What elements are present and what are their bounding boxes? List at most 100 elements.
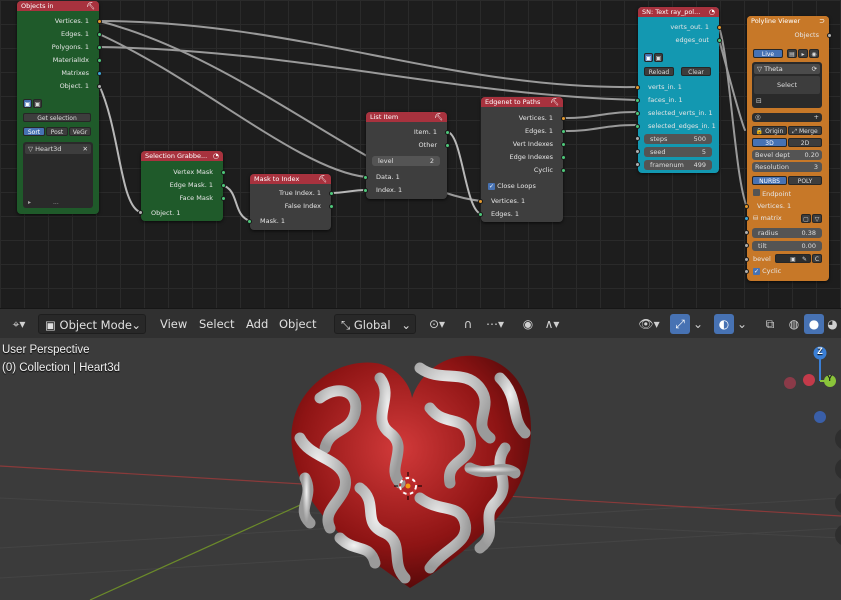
socket-verts-out[interactable] bbox=[717, 25, 722, 30]
socket-seed-in[interactable] bbox=[635, 149, 640, 154]
node-sn-text[interactable]: SN: Text ray_pol... ◔ verts_out. 1 edges… bbox=[635, 7, 722, 173]
wireframe-shading-icon[interactable]: ◍ bbox=[784, 314, 804, 334]
menu-object[interactable]: Object bbox=[273, 314, 322, 334]
node-edgenet-to-paths[interactable]: Edgenet to Paths ⛏ Vertices. 1 Edges. 1 … bbox=[478, 97, 566, 222]
socket-vertices-in[interactable] bbox=[478, 199, 483, 204]
bevel-c-button[interactable]: C bbox=[812, 254, 822, 263]
socket-polygons-out[interactable] bbox=[97, 45, 102, 50]
socket-face-mask[interactable] bbox=[221, 196, 226, 201]
socket-vertices-in[interactable] bbox=[744, 204, 749, 209]
proportional-icon[interactable]: ◉ bbox=[518, 314, 538, 334]
mode-3d-button[interactable]: 3D bbox=[752, 138, 787, 147]
node-header[interactable]: Objects in ⛏ bbox=[17, 1, 99, 11]
mode-dropdown[interactable]: ▣ Object Mode ⌄ bbox=[38, 314, 146, 334]
text-icon[interactable]: ⊟ bbox=[756, 97, 762, 105]
socket-faces-in[interactable] bbox=[635, 98, 640, 103]
socket-bevel-in[interactable] bbox=[744, 257, 749, 262]
clear-button[interactable]: Clear bbox=[681, 67, 711, 76]
socket-object-in[interactable] bbox=[138, 210, 143, 215]
name-field[interactable]: ▽ Theta ⟳ bbox=[754, 64, 820, 74]
socket-edges-in[interactable] bbox=[478, 212, 483, 217]
socket-edges-out[interactable] bbox=[561, 129, 566, 134]
material-shading-icon[interactable]: ◕ bbox=[824, 314, 841, 334]
visibility-icon[interactable]: 👁▾ bbox=[634, 314, 664, 334]
icon-button-a[interactable]: ▣ bbox=[23, 99, 32, 108]
node-header[interactable]: Edgenet to Paths ⛏ bbox=[481, 97, 563, 107]
falloff-icon[interactable]: ∧▾ bbox=[538, 314, 566, 334]
chevron-down-icon[interactable]: ⌄ bbox=[734, 314, 750, 334]
bevel-depth-field[interactable]: Bevel dept 0.20 bbox=[752, 150, 822, 160]
origin-button[interactable]: 🔒 Origin bbox=[752, 126, 787, 135]
socket-false-index[interactable] bbox=[329, 204, 334, 209]
gizmo-icon[interactable]: ⤢ bbox=[670, 314, 690, 334]
node-list-item[interactable]: List Item ⛏ Item. 1 Other level 2 Data. … bbox=[363, 112, 450, 199]
object-list[interactable]: ▽ Heart3d ✕ ▸ ... bbox=[23, 142, 93, 208]
node-header[interactable]: Selection Grabbe... ◔ bbox=[141, 151, 223, 161]
mode-2d-button[interactable]: 2D bbox=[788, 138, 822, 147]
framenum-field[interactable]: framenum 499 bbox=[644, 160, 712, 170]
socket-selected-edges-in[interactable] bbox=[635, 124, 640, 129]
socket-framenum-in[interactable] bbox=[635, 162, 640, 167]
steps-field[interactable]: steps 500 bbox=[644, 134, 712, 144]
socket-index-in[interactable] bbox=[363, 188, 368, 193]
level-field[interactable]: level 2 bbox=[372, 156, 440, 166]
radius-field[interactable]: radius 0.38 bbox=[752, 228, 822, 238]
menu-view[interactable]: View bbox=[154, 314, 193, 334]
name-panel[interactable]: ▽ Theta ⟳ Select ⊟ bbox=[752, 62, 822, 108]
bevel-object-field[interactable]: ▣ ✎ bbox=[775, 254, 811, 263]
cyclic-checkbox[interactable]: ✓ Cyclic bbox=[753, 267, 781, 275]
close-icon[interactable]: ✕ bbox=[83, 144, 88, 154]
node-header[interactable]: List Item ⛏ bbox=[366, 112, 447, 122]
menu-select[interactable]: Select bbox=[193, 314, 240, 334]
socket-cyclic-out[interactable] bbox=[561, 168, 566, 173]
pivot-icon[interactable]: ⊙▾ bbox=[422, 314, 452, 334]
socket-cyclic-in[interactable] bbox=[744, 269, 749, 274]
icon-button-a[interactable]: ▣ bbox=[644, 53, 653, 62]
node-header[interactable]: SN: Text ray_pol... ◔ bbox=[638, 7, 719, 17]
snap-icon[interactable]: ∩ bbox=[458, 314, 478, 334]
add-icon[interactable]: + bbox=[814, 113, 819, 122]
socket-object-out[interactable] bbox=[97, 84, 102, 89]
icon-button-b[interactable]: ▣ bbox=[654, 53, 663, 62]
socket-matrixes-out[interactable] bbox=[97, 71, 102, 76]
node-selection-grabber[interactable]: Selection Grabbe... ◔ Vertex Mask Edge M… bbox=[138, 151, 226, 221]
socket-edge-indexes-out[interactable] bbox=[561, 155, 566, 160]
merge-button[interactable]: ⤢ Merge bbox=[788, 126, 822, 135]
socket-steps-in[interactable] bbox=[635, 136, 640, 141]
random-icon[interactable]: ⟳ bbox=[812, 64, 817, 74]
3d-viewport[interactable]: Z Y User Perspective (0) Collection | He… bbox=[0, 338, 841, 600]
socket-edge-mask[interactable] bbox=[221, 183, 226, 188]
socket-edges-out[interactable] bbox=[717, 38, 722, 43]
close-loops-checkbox[interactable]: ✓ Close Loops bbox=[488, 182, 536, 190]
socket-vertices-out[interactable] bbox=[561, 116, 566, 121]
socket-verts-in[interactable] bbox=[635, 85, 640, 90]
sort-button[interactable]: Sort bbox=[23, 127, 45, 136]
matrix-row[interactable]: ⛁ matrix bbox=[753, 214, 782, 222]
socket-tilt-in[interactable] bbox=[744, 243, 749, 248]
matrix-toggle-a[interactable]: ▢ bbox=[801, 214, 811, 223]
socket-vert-indexes-out[interactable] bbox=[561, 142, 566, 147]
socket-mask-in[interactable] bbox=[247, 219, 252, 224]
menu-add[interactable]: Add bbox=[240, 314, 274, 334]
socket-edges-out[interactable] bbox=[97, 32, 102, 37]
reload-button[interactable]: Reload bbox=[644, 67, 674, 76]
socket-objects-out[interactable] bbox=[827, 33, 832, 38]
socket-other-out[interactable] bbox=[445, 143, 450, 148]
select-icon[interactable]: ▸ bbox=[798, 49, 808, 58]
snap-target-icon[interactable]: ⋯▾ bbox=[478, 314, 512, 334]
nurbs-button[interactable]: NURBS bbox=[752, 176, 787, 185]
endpoint-checkbox[interactable]: Endpoint bbox=[753, 189, 791, 198]
live-button[interactable]: Live bbox=[753, 49, 783, 58]
icon-button-b[interactable]: ▣ bbox=[33, 99, 42, 108]
transform-orientation-dropdown[interactable]: ⤡ Global ⌄ bbox=[334, 314, 416, 334]
solid-shading-icon[interactable]: ● bbox=[804, 314, 824, 334]
socket-vertices-out[interactable] bbox=[97, 19, 102, 24]
select-button[interactable]: Select bbox=[754, 76, 820, 94]
socket-materialidx-out[interactable] bbox=[97, 58, 102, 63]
node-mask-to-index[interactable]: Mask to Index ⛏ True Index. 1 False Inde… bbox=[247, 174, 334, 230]
socket-true-index[interactable] bbox=[329, 191, 334, 196]
socket-vertex-mask[interactable] bbox=[221, 170, 226, 175]
gizmo-z-label[interactable]: Z bbox=[817, 346, 823, 356]
eyedropper-icon[interactable]: ✎ bbox=[802, 255, 807, 264]
socket-matrix-in[interactable] bbox=[744, 216, 749, 221]
